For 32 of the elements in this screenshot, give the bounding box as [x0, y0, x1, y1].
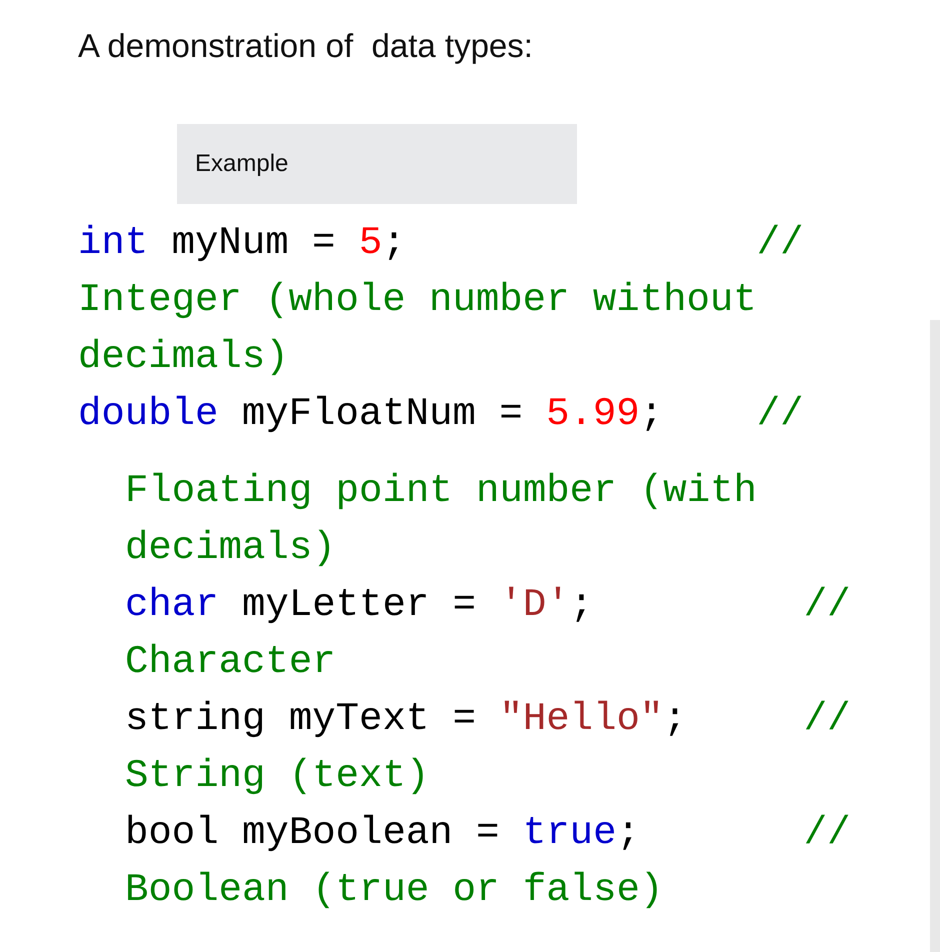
code-token: bool myBoolean =	[125, 811, 500, 855]
code-token: ;	[570, 583, 594, 627]
code-token: //	[804, 697, 851, 741]
code-token: ;	[616, 811, 641, 855]
code-token: Boolean (true or false)	[125, 868, 664, 912]
code-token: double	[78, 392, 218, 436]
code-token: "Hello"	[499, 697, 664, 741]
code-token: decimals)	[125, 526, 336, 570]
code-token: //	[804, 811, 851, 855]
code-token: ;	[640, 392, 664, 436]
code-token: //	[756, 392, 804, 436]
code-token: char	[125, 583, 219, 627]
code-token: 'D'	[499, 583, 570, 627]
code-token: string myText =	[125, 697, 478, 741]
code-token: true	[522, 811, 616, 855]
code-token: 5.99	[546, 392, 640, 436]
code-token: ;	[382, 221, 407, 265]
code-token: Integer (whole number without	[78, 278, 757, 322]
code-token: decimals)	[78, 335, 289, 379]
page-heading: A demonstration of data types:	[78, 26, 533, 66]
code-token: //	[756, 221, 804, 265]
code-token: Character	[125, 640, 336, 684]
code-token: int	[78, 221, 148, 265]
code-token: String (text)	[125, 754, 430, 798]
code-token: myFloatNum =	[240, 392, 524, 436]
code-token: ;	[663, 697, 688, 741]
example-label: Example	[177, 124, 577, 204]
code-token: 5	[358, 221, 382, 265]
code-token: myNum =	[170, 221, 336, 265]
code-token: Floating point number (with	[125, 469, 757, 513]
code-token: myLetter =	[241, 583, 478, 627]
code-token: //	[804, 583, 851, 627]
